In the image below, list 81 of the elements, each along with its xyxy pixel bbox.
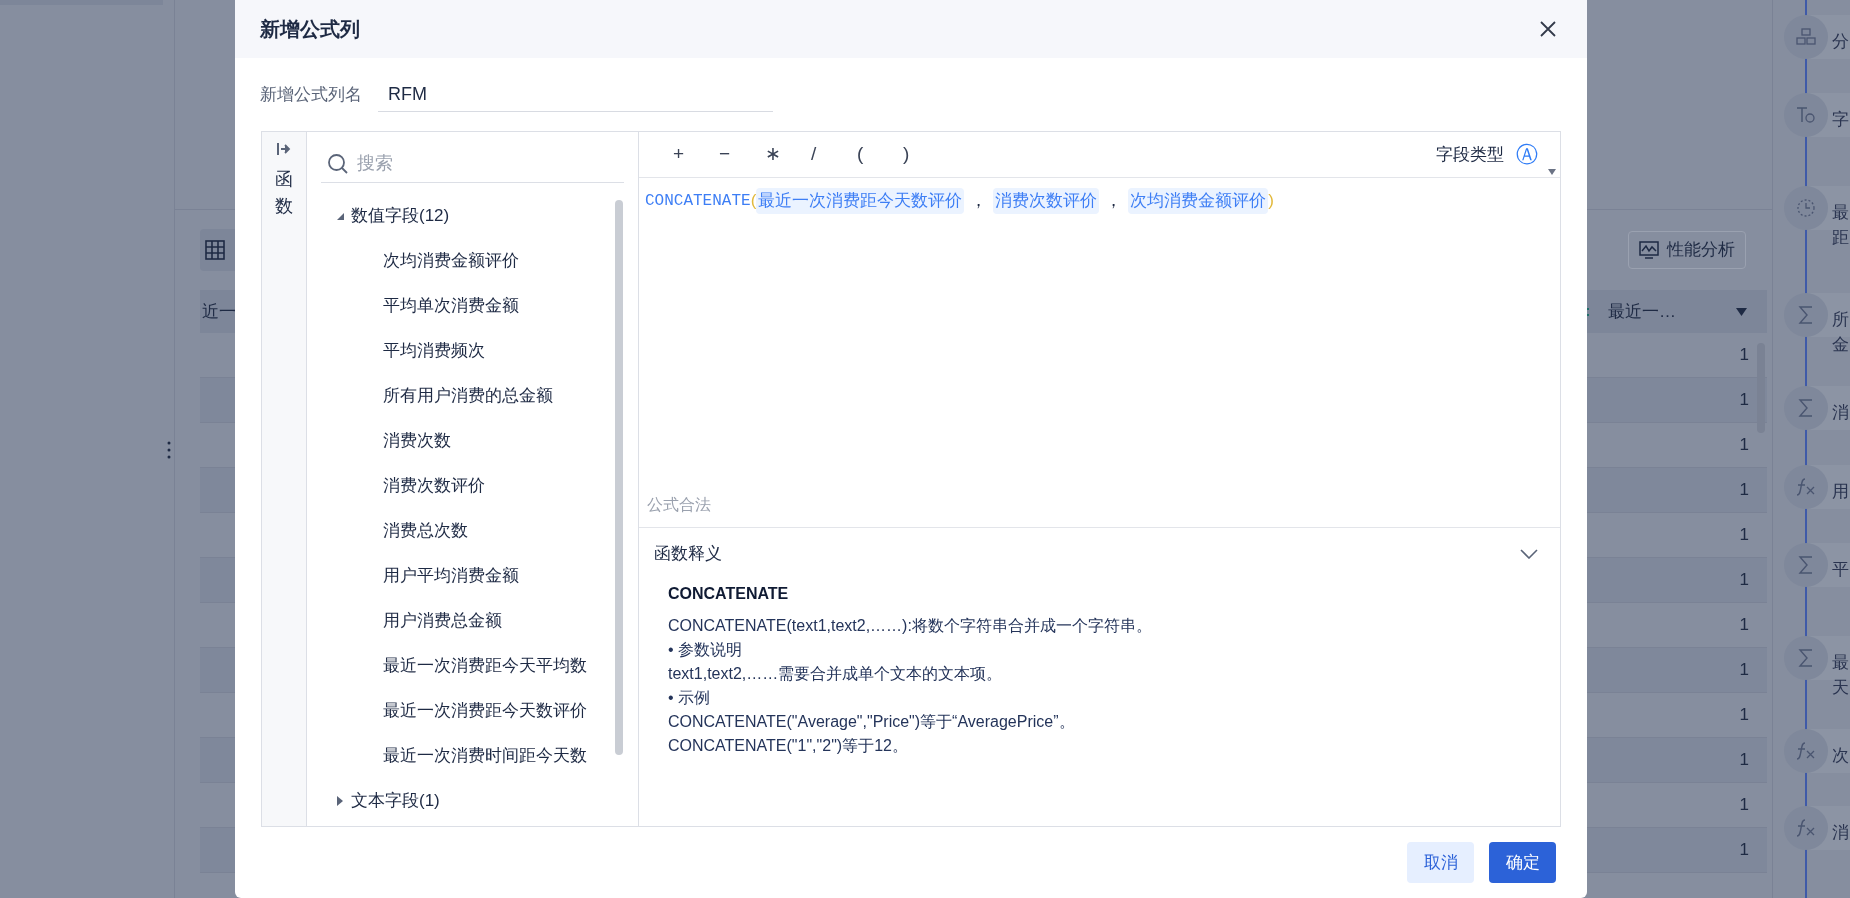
parenthesis: ( [750,190,757,212]
dialog-title: 新增公式列 [260,17,360,42]
table-cell-text: 1 [1739,434,1749,457]
table-cell-text: 1 [1739,794,1749,817]
chevron-icon[interactable] [1520,549,1538,559]
operator-button[interactable]: ) [903,140,949,169]
close-icon[interactable] [1539,20,1557,38]
operator-button[interactable]: ( [857,140,903,169]
separator: ， [1105,190,1123,212]
validation-status: 公式合法 [646,495,712,515]
tree-group[interactable]: 数值字段(12) [307,193,638,238]
field-item[interactable]: 用户消费总金额 [383,607,502,634]
cancel-button[interactable]: 取消 [1407,842,1474,883]
table-cell-text: 1 [1739,704,1749,727]
table-cell-text: 1 [1739,479,1749,502]
description-line: • 示例 [668,688,712,708]
operator-button[interactable]: − [719,140,765,169]
description-line: CONCATENATE(text1,text2,……):将数个字符串合并成一个字符串。 [668,616,1153,636]
search-icon [327,152,349,175]
description-line: CONCATENATE("Average","Price")等于“AveragePrice”。 [668,712,1076,732]
operator-button[interactable]: / [811,140,857,169]
field-item[interactable]: 最近一次消费距今天平均数 [383,652,587,679]
column-name-field[interactable]: RFM [378,77,773,112]
table-icon [204,239,226,261]
parenthesis: ) [1268,190,1274,212]
field-name[interactable]: 最天 [1832,649,1849,701]
performance-analysis-button[interactable]: 性能分析 [1628,231,1746,269]
description-line: text1,text2,……需要合并成单个文本的文本项。 [668,664,1004,684]
description-line: CONCATENATE("1","2")等于12。 [668,736,909,756]
hierarchy-icon [1795,26,1817,48]
section-heading: 函数释义 [654,543,722,566]
field-item[interactable]: 消费次数 [383,427,451,454]
tree-group[interactable]: 文本字段(1) [307,778,638,823]
field-token: 次均消费金额评价 [1128,188,1269,214]
field-item[interactable]: 消费总次数 [383,517,468,544]
table-cell-text: 1 [1739,569,1749,592]
more-icon[interactable] [166,440,172,460]
expand-icon[interactable] [335,795,345,806]
field-item[interactable]: 用户平均消费金额 [383,562,519,589]
column-header[interactable]: 最近一… [1608,298,1676,325]
field-name[interactable]: 最距 [1832,199,1849,251]
field-token: 最近一次消费距今天数评价 [756,188,965,214]
arrow-to-bar-icon[interactable] [276,142,292,156]
field-item[interactable]: 消费次数评价 [383,472,485,499]
function-icon [1795,740,1817,762]
dropdown-icon[interactable] [1548,169,1556,175]
function-name: CONCATENATE [645,190,751,212]
text-icon [1795,104,1817,126]
function-icon [1795,817,1817,839]
function-title: CONCATENATE [668,584,790,604]
column-header[interactable]: 近一 [200,298,236,325]
scrollbar[interactable] [615,200,623,755]
table-cell-text: 1 [1739,344,1749,367]
table-cell-text: 1 [1739,749,1749,772]
chart-icon [1639,241,1659,259]
field-label: 新增公式列名 [260,83,363,106]
field-item[interactable]: 最近一次消费距今天数评价 [383,697,587,724]
description-line: • 参数说明 [668,640,744,660]
field-item[interactable]: 最近一次消费时间距今天数 [383,742,587,769]
field-token: 消费次数评价 [993,188,1100,214]
field-type-selector[interactable]: Ⓐ [1516,143,1538,166]
search-field[interactable]: 搜索 [357,150,557,177]
field-item[interactable]: 平均单次消费金额 [383,292,519,319]
field-item[interactable]: 次均消费金额评价 [383,247,519,274]
functions-tab[interactable]: 函数 [275,166,293,220]
table-cell-text: 1 [1739,659,1749,682]
operator-button[interactable]: + [673,140,719,169]
sort-icon[interactable] [1736,307,1747,316]
field-item[interactable]: 平均消费频次 [383,337,485,364]
separator: ， [970,190,988,212]
field-type-label: 字段类型 [1436,143,1504,166]
table-cell-text: 1 [1739,524,1749,547]
function-icon [1795,476,1817,498]
operator-button[interactable]: ∗ [765,140,811,169]
table-cell-text: 1 [1739,389,1749,412]
confirm-button[interactable]: 确定 [1489,842,1556,883]
table-cell-text: 1 [1739,839,1749,862]
field-name[interactable]: 所金 [1832,306,1849,358]
field-item[interactable]: 所有用户消费的总金额 [383,382,553,409]
table-cell-text: 1 [1739,614,1749,637]
clock-icon [1795,197,1817,219]
